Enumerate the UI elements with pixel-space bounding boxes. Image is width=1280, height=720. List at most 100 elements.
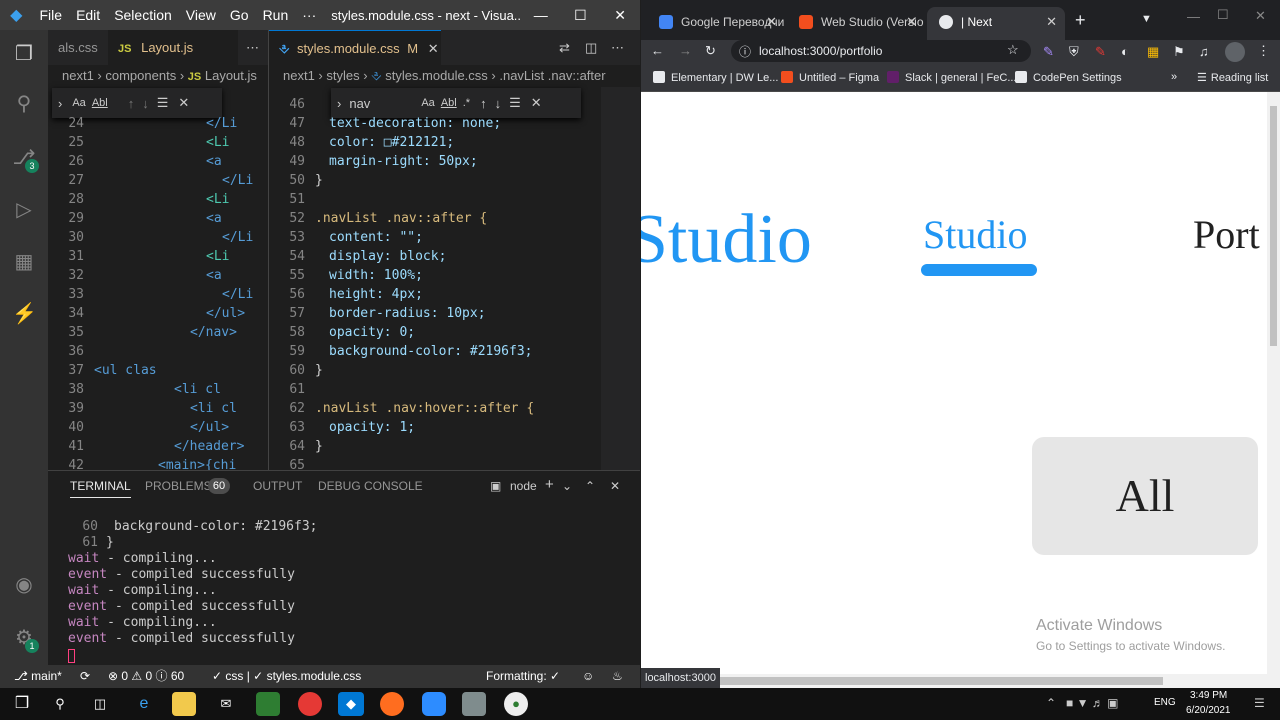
tab-debug-console[interactable]: DEBUG CONSOLE bbox=[318, 479, 423, 493]
tab-search-icon[interactable]: ▼ bbox=[1141, 13, 1152, 25]
new-terminal-icon[interactable]: + bbox=[545, 476, 554, 493]
extension-pen-icon[interactable]: ✎ bbox=[1043, 44, 1054, 60]
extension-shield-icon[interactable]: ⛨ bbox=[1069, 44, 1079, 60]
nav-link-portfolio[interactable]: Port bbox=[1193, 212, 1260, 258]
find-input[interactable]: nav bbox=[349, 96, 421, 111]
edge-icon[interactable]: e bbox=[132, 692, 156, 716]
vertical-scrollbar-thumb[interactable] bbox=[1270, 106, 1277, 346]
language-indicator[interactable]: ENG bbox=[1154, 697, 1176, 708]
minimize-icon[interactable]: — bbox=[1187, 9, 1200, 24]
bell-icon[interactable]: ♨ bbox=[612, 665, 623, 688]
tab-terminal[interactable]: TERMINAL bbox=[70, 479, 131, 498]
media-control-icon[interactable]: ♫ bbox=[1199, 44, 1209, 59]
menu-file[interactable]: File bbox=[33, 7, 70, 23]
sync-icon[interactable]: ⟳ bbox=[80, 665, 90, 688]
feedback-icon[interactable]: ☺ bbox=[582, 665, 594, 688]
mail-icon[interactable]: ✉ bbox=[214, 692, 238, 716]
tab-styles-module-css[interactable]: ⎀ styles.module.css M ✕ bbox=[269, 30, 441, 65]
tab-next[interactable]: | Next ✕ bbox=[927, 7, 1065, 40]
account-icon[interactable]: ◉ bbox=[12, 573, 36, 597]
tray-chevron-icon[interactable]: ⌃ bbox=[1046, 696, 1056, 710]
minimize-icon[interactable]: — bbox=[521, 7, 561, 23]
reload-icon[interactable]: ↻ bbox=[705, 43, 716, 59]
crumb-selector[interactable]: .navList .nav::after bbox=[499, 68, 605, 83]
extension-red-icon[interactable]: ✎ bbox=[1095, 44, 1106, 60]
crumb-components[interactable]: components bbox=[105, 68, 176, 83]
new-tab-icon[interactable]: + bbox=[1075, 10, 1086, 31]
tray-icons[interactable]: ■ ▼ ♬ ▣ bbox=[1066, 696, 1118, 710]
match-word-toggle[interactable]: Abl bbox=[92, 97, 108, 109]
formatting-status[interactable]: Formatting: ✓ bbox=[486, 665, 560, 688]
close-find-icon[interactable]: ✕ bbox=[178, 95, 189, 111]
horizontal-scrollbar[interactable] bbox=[641, 674, 1280, 688]
vertical-scrollbar[interactable] bbox=[1267, 92, 1280, 674]
extensions-puzzle-icon[interactable]: ⚑ bbox=[1173, 44, 1185, 60]
crumb-styles-file[interactable]: styles.module.css bbox=[385, 68, 488, 83]
search-icon[interactable]: ⚲ bbox=[12, 92, 36, 116]
match-case-toggle[interactable]: Aa bbox=[72, 97, 85, 109]
chevron-down-icon[interactable]: ⌄ bbox=[562, 479, 572, 493]
clock-time[interactable]: 3:49 PM bbox=[1190, 690, 1227, 701]
previous-match-icon[interactable]: ↑ bbox=[128, 96, 135, 111]
tab-close-icon[interactable]: ✕ bbox=[428, 41, 439, 56]
compass-app-icon[interactable] bbox=[380, 692, 404, 716]
bookmark-codepen[interactable]: CodePen Settings bbox=[1015, 71, 1122, 84]
next-match-icon[interactable]: ↓ bbox=[142, 96, 149, 111]
menu-more[interactable]: ··· bbox=[295, 7, 323, 23]
close-find-icon[interactable]: ✕ bbox=[531, 95, 542, 111]
tab-output[interactable]: OUTPUT bbox=[253, 479, 302, 493]
problems-summary[interactable]: ⊗ 0 ⚠ 0 ⓘ 60 bbox=[108, 665, 184, 688]
tab-problems[interactable]: PROBLEMS bbox=[145, 479, 212, 493]
bookmark-star-icon[interactable]: ☆ bbox=[1007, 42, 1019, 58]
maximize-icon[interactable]: ☐ bbox=[1217, 7, 1229, 23]
forward-icon[interactable]: → bbox=[679, 43, 692, 58]
back-icon[interactable]: ← bbox=[651, 43, 664, 58]
close-icon[interactable]: ✕ bbox=[600, 7, 640, 24]
close-tab-icon[interactable]: ✕ bbox=[766, 7, 777, 37]
previous-match-icon[interactable]: ↑ bbox=[480, 96, 487, 111]
info-icon[interactable]: ⓘ bbox=[739, 43, 751, 60]
lightning-icon[interactable]: ⚡ bbox=[12, 302, 37, 326]
explorer-icon[interactable]: ❐ bbox=[12, 42, 36, 66]
crumb-next1[interactable]: next1 bbox=[62, 68, 94, 83]
chrome-menu-icon[interactable]: ⋮ bbox=[1257, 43, 1270, 59]
close-tab-icon[interactable]: ✕ bbox=[906, 7, 917, 37]
search-icon[interactable]: ⚲ bbox=[48, 692, 72, 716]
find-in-selection-icon[interactable]: ☰ bbox=[509, 95, 521, 111]
zoom-icon[interactable] bbox=[422, 692, 446, 716]
crumb-layout[interactable]: Layout.js bbox=[205, 68, 257, 83]
find-in-selection-icon[interactable]: ☰ bbox=[157, 95, 169, 111]
profile-avatar[interactable] bbox=[1225, 42, 1245, 62]
app-window-icon[interactable] bbox=[462, 692, 486, 716]
more-actions-icon[interactable]: ⋯ bbox=[601, 30, 634, 65]
tab-web-studio-figma[interactable]: Web Studio (Versio ✕ bbox=[787, 7, 925, 40]
bookmark-slack[interactable]: Slack | general | FeC... bbox=[887, 71, 1016, 84]
next-match-icon[interactable]: ↓ bbox=[495, 96, 502, 111]
windows-start-icon[interactable]: ❒ bbox=[10, 692, 34, 716]
horizontal-scrollbar-thumb[interactable] bbox=[713, 677, 1163, 685]
filter-all-button[interactable]: All bbox=[1032, 437, 1258, 555]
menu-go[interactable]: Go bbox=[223, 7, 256, 23]
vscode-taskbar-icon[interactable]: ◆ bbox=[338, 692, 364, 716]
more-actions-icon[interactable]: ⋯ bbox=[236, 30, 268, 65]
crumb-styles[interactable]: styles bbox=[326, 68, 359, 83]
maximize-icon[interactable]: ☐ bbox=[561, 7, 601, 24]
chrome-icon[interactable] bbox=[298, 692, 322, 716]
notification-icon[interactable]: ☰ bbox=[1254, 696, 1265, 710]
find-expand-icon[interactable]: › bbox=[337, 96, 341, 111]
find-expand-icon[interactable]: › bbox=[58, 96, 62, 111]
run-debug-icon[interactable]: ▷ bbox=[12, 198, 36, 222]
tab-layout-js[interactable]: JS Layout.js bbox=[108, 30, 238, 65]
tab-partial-css[interactable]: als.css bbox=[48, 30, 108, 65]
logo-text[interactable]: Studio bbox=[641, 200, 812, 280]
close-window-icon[interactable]: ✕ bbox=[1255, 8, 1266, 24]
extension-circle-icon[interactable]: ◐ bbox=[1121, 44, 1129, 59]
match-case-toggle[interactable]: Aa bbox=[421, 97, 434, 109]
address-bar[interactable]: ⓘ localhost:3000/portfolio ☆ bbox=[731, 40, 1031, 62]
regex-toggle[interactable]: .* bbox=[463, 97, 470, 109]
winrar-icon[interactable] bbox=[256, 692, 280, 716]
menu-selection[interactable]: Selection bbox=[107, 7, 179, 23]
nav-link-studio[interactable]: Studio bbox=[923, 212, 1027, 258]
task-view-icon[interactable]: ◫ bbox=[88, 692, 112, 716]
bookmarks-overflow-icon[interactable]: » bbox=[1171, 71, 1177, 83]
